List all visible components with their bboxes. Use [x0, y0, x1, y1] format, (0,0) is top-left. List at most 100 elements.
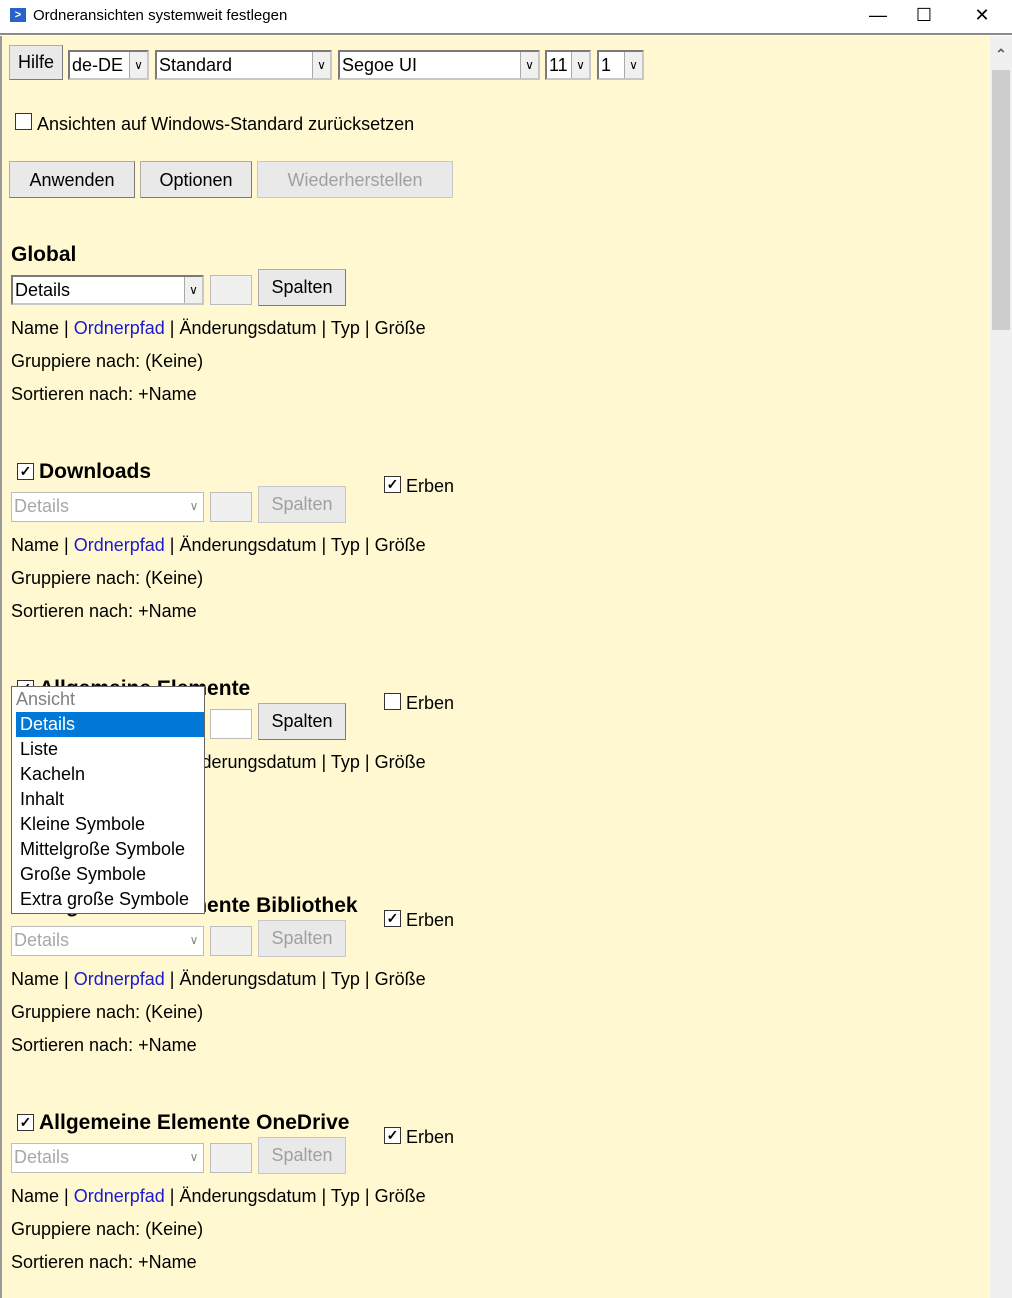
- font-size-select[interactable]: 11 ∨: [545, 50, 591, 80]
- column-count-field[interactable]: [210, 275, 252, 305]
- dropdown-option[interactable]: Liste: [16, 737, 204, 762]
- view-dropdown-list[interactable]: Ansicht Details Liste Kacheln Inhalt Kleine …: [11, 686, 205, 914]
- column-label: Änderungsdatum: [179, 1186, 317, 1206]
- columns-button[interactable]: Spalten: [258, 486, 346, 523]
- column-count-field[interactable]: [210, 709, 252, 739]
- help-button[interactable]: Hilfe: [9, 45, 63, 80]
- font-select[interactable]: Segoe UI ∨: [338, 50, 540, 80]
- scale-select[interactable]: 1 ∨: [597, 50, 644, 80]
- group-by-text: Gruppiere nach: (Keine): [11, 1002, 204, 1022]
- section-title: Global: [11, 243, 77, 266]
- dropdown-option[interactable]: Große Symbole: [16, 862, 204, 887]
- chevron-down-icon: ∨: [184, 277, 202, 303]
- inherit-label: Erben: [406, 910, 455, 930]
- column-label: Typ: [330, 535, 360, 555]
- view-select[interactable]: Details ∨: [11, 492, 204, 522]
- reset-checkbox[interactable]: [15, 113, 32, 130]
- column-list: Name | Ordnerpfad | Änderungsdatum | Typ…: [11, 318, 426, 338]
- sort-by-text: Sortieren nach: +Name: [11, 1252, 197, 1272]
- language-value: de-DE: [72, 55, 124, 75]
- restore-button[interactable]: Wiederherstellen: [257, 161, 453, 198]
- inherit-label: Erben: [406, 476, 455, 496]
- inherit-checkbox[interactable]: [384, 693, 401, 710]
- section-title: Downloads: [39, 460, 152, 483]
- group-by-text: Gruppiere nach: (Keine): [11, 351, 204, 371]
- inherit-label: Erben: [406, 1127, 455, 1147]
- dropdown-option[interactable]: Kleine Symbole: [16, 812, 204, 837]
- sort-by-text: Sortieren nach: +Name: [11, 601, 197, 621]
- preset-value: Standard: [159, 55, 233, 75]
- minimize-button[interactable]: —: [855, 0, 901, 33]
- language-select[interactable]: de-DE ∨: [68, 50, 149, 80]
- inherit-checkbox[interactable]: ✓: [384, 910, 401, 927]
- column-label: Typ: [330, 969, 360, 989]
- column-label: Größe: [374, 1186, 426, 1206]
- dropdown-option[interactable]: Mittelgroße Symbole: [16, 837, 204, 862]
- inherit-checkbox[interactable]: ✓: [384, 1127, 401, 1144]
- chevron-down-icon: ∨: [185, 1144, 203, 1172]
- preset-select[interactable]: Standard ∨: [155, 50, 332, 80]
- column-label: Größe: [374, 318, 426, 338]
- inherit-checkbox[interactable]: ✓: [384, 476, 401, 493]
- column-label: Größe: [374, 752, 426, 772]
- dropdown-option[interactable]: Details: [16, 712, 204, 737]
- columns-button[interactable]: Spalten: [258, 269, 346, 306]
- column-label: Typ: [330, 1186, 360, 1206]
- section-title: Allgemeine Elemente OneDrive: [39, 1111, 350, 1134]
- main-panel: [0, 36, 990, 1298]
- columns-button[interactable]: Spalten: [258, 920, 346, 957]
- column-link[interactable]: Ordnerpfad: [74, 318, 165, 338]
- inherit-label: Erben: [406, 693, 455, 713]
- chevron-down-icon: ∨: [129, 52, 147, 78]
- scale-value: 1: [601, 55, 612, 75]
- column-link[interactable]: Ordnerpfad: [74, 1186, 165, 1206]
- view-value: Details: [14, 496, 70, 516]
- column-label: Typ: [330, 318, 360, 338]
- dropdown-option[interactable]: Kacheln: [16, 762, 204, 787]
- font-value: Segoe UI: [342, 55, 418, 75]
- view-value: Details: [14, 930, 70, 950]
- view-select[interactable]: Details ∨: [11, 1143, 204, 1173]
- column-count-field[interactable]: [210, 1143, 252, 1173]
- view-value: Details: [15, 280, 71, 300]
- column-label: Name: [11, 318, 60, 338]
- section-enable-checkbox[interactable]: ✓: [17, 463, 34, 480]
- window-title: Ordneransichten systemweit festlegen: [33, 7, 288, 24]
- column-list: Name | Ordnerpfad | Änderungsdatum | Typ…: [11, 1186, 426, 1206]
- chevron-down-icon: ∨: [185, 493, 203, 521]
- column-list: Name | Ordnerpfad | Änderungsdatum | Typ…: [11, 535, 426, 555]
- group-by-text: Gruppiere nach: (Keine): [11, 568, 204, 588]
- dropdown-option[interactable]: Extra große Symbole: [16, 887, 204, 912]
- column-link[interactable]: Ordnerpfad: [74, 535, 165, 555]
- scroll-thumb[interactable]: [992, 70, 1010, 330]
- reset-label: Ansichten auf Windows-Standard zurückset…: [37, 114, 415, 134]
- chevron-down-icon: ∨: [624, 52, 642, 78]
- column-label: Änderungsdatum: [179, 535, 317, 555]
- column-list: Name | Ordnerpfad | Änderungsdatum | Typ…: [11, 969, 426, 989]
- dropdown-option[interactable]: Inhalt: [16, 787, 204, 812]
- view-select[interactable]: Details ∨: [11, 275, 204, 305]
- column-count-field[interactable]: [210, 492, 252, 522]
- dropdown-header: Ansicht: [16, 689, 76, 709]
- column-label: Größe: [374, 535, 426, 555]
- vertical-scrollbar[interactable]: ⌃: [990, 36, 1012, 1298]
- column-label: Größe: [374, 969, 426, 989]
- column-link[interactable]: Ordnerpfad: [74, 969, 165, 989]
- font-size-value: 11: [549, 55, 568, 75]
- column-label: Änderungsdatum: [179, 969, 317, 989]
- title-bar: > Ordneransichten systemweit festlegen —…: [0, 0, 1012, 35]
- column-count-field[interactable]: [210, 926, 252, 956]
- maximize-button[interactable]: ☐: [901, 0, 947, 33]
- chevron-down-icon: ∨: [185, 927, 203, 955]
- columns-button[interactable]: Spalten: [258, 1137, 346, 1174]
- chevron-down-icon: ∨: [520, 52, 538, 78]
- view-value: Details: [14, 1147, 70, 1167]
- apply-button[interactable]: Anwenden: [9, 161, 135, 198]
- options-button[interactable]: Optionen: [140, 161, 252, 198]
- section-enable-checkbox[interactable]: ✓: [17, 1114, 34, 1131]
- chevron-down-icon: ∨: [571, 52, 589, 78]
- view-select[interactable]: Details ∨: [11, 926, 204, 956]
- scroll-up-icon[interactable]: ⌃: [993, 46, 1009, 62]
- columns-button[interactable]: Spalten: [258, 703, 346, 740]
- close-button[interactable]: ✕: [959, 0, 1005, 33]
